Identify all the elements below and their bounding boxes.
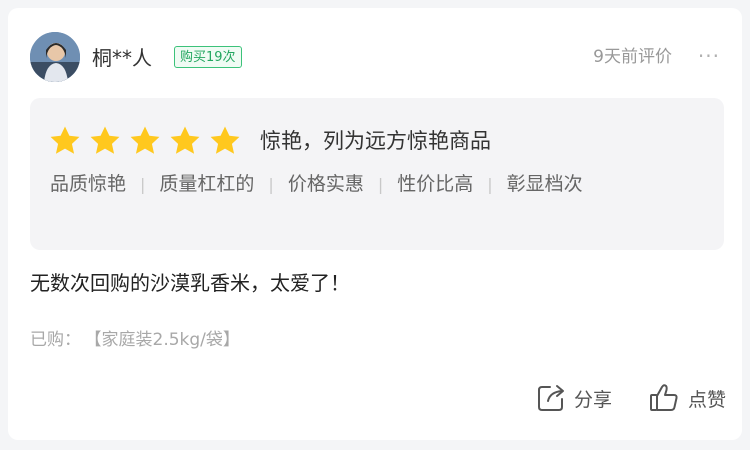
- share-button[interactable]: 分享: [536, 383, 612, 413]
- review-tag: 质量杠杠的: [159, 173, 255, 195]
- purchased-spec-value: 【家庭装2.5kg/袋】: [93, 330, 240, 350]
- purchased-label: 已购：: [30, 330, 81, 350]
- purchase-count-badge: 购买19次: [174, 46, 242, 68]
- username[interactable]: 桐**人: [92, 46, 152, 70]
- tag-separator: |: [140, 175, 146, 194]
- purchased-spec: 已购： 【家庭装2.5kg/袋】: [30, 328, 240, 352]
- star-icon: [210, 126, 240, 154]
- star-icon: [50, 126, 80, 154]
- review-tag: 品质惊艳: [50, 173, 127, 195]
- share-label: 分享: [573, 388, 612, 411]
- rating-box: 惊艳，列为远方惊艳商品 品质惊艳 | 质量杠杠的 | 价格实惠 | 性价比高 | 彰显档次: [30, 98, 724, 250]
- user-avatar-photo-icon: [30, 32, 80, 82]
- review-tag: 性价比高: [397, 173, 474, 195]
- star-icon: [90, 126, 120, 154]
- review-tag: 价格实惠: [287, 173, 364, 195]
- star-icon: [170, 126, 200, 154]
- review-time: 9天前评价: [593, 47, 672, 67]
- review-actions: 分享 点赞: [500, 380, 726, 416]
- review-tags: 品质惊艳 | 质量杠杠的 | 价格实惠 | 性价比高 | 彰显档次: [50, 168, 650, 201]
- rating-text: 惊艳，列为远方惊艳商品: [260, 129, 491, 153]
- review-header: 桐**人 购买19次 9天前评价 ···: [8, 8, 742, 106]
- thumbs-up-icon: [649, 384, 678, 411]
- tag-separator: |: [268, 175, 274, 194]
- avatar[interactable]: [30, 32, 80, 82]
- review-tag: 彰显档次: [506, 173, 583, 195]
- star-icon: [130, 126, 160, 154]
- share-icon: [537, 385, 564, 411]
- tag-separator: |: [487, 175, 493, 194]
- more-dots-icon[interactable]: ···: [698, 45, 720, 67]
- tag-separator: |: [377, 175, 384, 194]
- like-button[interactable]: 点赞: [648, 382, 726, 414]
- like-label: 点赞: [687, 388, 726, 411]
- review-text: 无数次回购的沙漠乳香米，太爱了！: [30, 271, 350, 295]
- star-rating: [48, 124, 248, 158]
- review-card: 桐**人 购买19次 9天前评价 ··· 惊艳，列为远方惊艳商品 品质惊艳 | 质量…: [8, 8, 742, 440]
